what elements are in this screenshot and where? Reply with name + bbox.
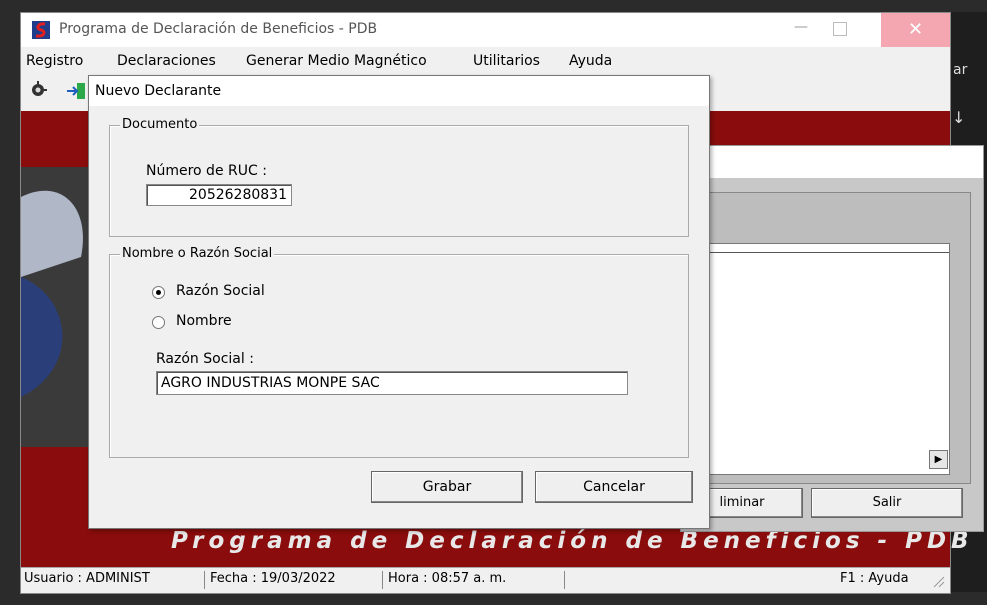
status-usuario: Usuario : ADMINIST bbox=[21, 571, 205, 589]
grabar-button[interactable]: Grabar bbox=[371, 471, 523, 503]
status-hora: Hora : 08:57 a. m. bbox=[385, 571, 565, 589]
app-logo-icon bbox=[32, 21, 50, 39]
background-text-fragment: ar bbox=[953, 62, 968, 78]
menu-ayuda[interactable]: Ayuda bbox=[569, 53, 612, 69]
close-icon[interactable]: ✕ bbox=[881, 13, 950, 47]
nombre-legend: Nombre o Razón Social bbox=[120, 246, 275, 261]
menu-bar: Registro Declaraciones Generar Medio Mag… bbox=[21, 51, 950, 73]
nuevo-declarante-dialog: Nuevo Declarante Documento Número de RUC… bbox=[88, 75, 710, 529]
dialog-title-bar: Nuevo Declarante bbox=[89, 76, 709, 106]
background-panel: ▶ bbox=[691, 192, 971, 484]
status-fecha: Fecha : 19/03/2022 bbox=[207, 571, 383, 589]
toolbar-tool-icon[interactable] bbox=[29, 81, 47, 99]
documento-group: Documento Número de RUC : 20526280831 bbox=[109, 117, 689, 237]
dialog-title: Nuevo Declarante bbox=[95, 83, 222, 99]
title-bar: Programa de Declaración de Beneficios - … bbox=[21, 13, 950, 47]
background-list[interactable]: ▶ bbox=[708, 243, 950, 475]
background-arrow-icon: ↓ bbox=[952, 108, 966, 127]
nombre-radio[interactable] bbox=[152, 316, 165, 329]
documento-legend: Documento bbox=[120, 117, 200, 132]
razon-social-radio-label[interactable]: Razón Social bbox=[176, 283, 265, 299]
scroll-right-icon[interactable]: ▶ bbox=[929, 450, 948, 469]
razon-social-input[interactable]: AGRO INDUSTRIAS MONPE SAC bbox=[156, 371, 628, 395]
nombre-radio-label[interactable]: Nombre bbox=[176, 313, 232, 329]
salir-button[interactable]: Salir bbox=[811, 488, 963, 518]
background-window: ▶ liminar Salir bbox=[680, 145, 984, 532]
status-ayuda: F1 : Ayuda bbox=[840, 571, 909, 586]
cancelar-button[interactable]: Cancelar bbox=[535, 471, 693, 503]
razon-social-radio[interactable] bbox=[152, 286, 165, 299]
toolbar-exit-icon[interactable] bbox=[65, 81, 89, 101]
resize-grip-icon[interactable] bbox=[931, 574, 945, 588]
background-window-title bbox=[681, 146, 983, 178]
ruc-input[interactable]: 20526280831 bbox=[146, 184, 292, 206]
menu-utilitarios[interactable]: Utilitarios bbox=[473, 53, 540, 69]
status-bar: Usuario : ADMINIST Fecha : 19/03/2022 Ho… bbox=[21, 567, 950, 592]
menu-declaraciones[interactable]: Declaraciones bbox=[117, 53, 216, 69]
menu-registro[interactable]: Registro bbox=[26, 53, 83, 69]
window-title: Programa de Declaración de Beneficios - … bbox=[59, 21, 378, 37]
menu-generar-medio[interactable]: Generar Medio Magnético bbox=[246, 53, 427, 69]
list-header-line bbox=[709, 252, 949, 253]
ruc-label: Número de RUC : bbox=[146, 163, 267, 179]
minimize-icon[interactable]: — bbox=[791, 19, 811, 39]
razon-social-label: Razón Social : bbox=[156, 351, 254, 367]
nombre-group: Nombre o Razón Social Razón Social Nombr… bbox=[109, 246, 689, 458]
logo-graphic bbox=[21, 190, 83, 397]
maximize-icon[interactable] bbox=[833, 22, 847, 36]
